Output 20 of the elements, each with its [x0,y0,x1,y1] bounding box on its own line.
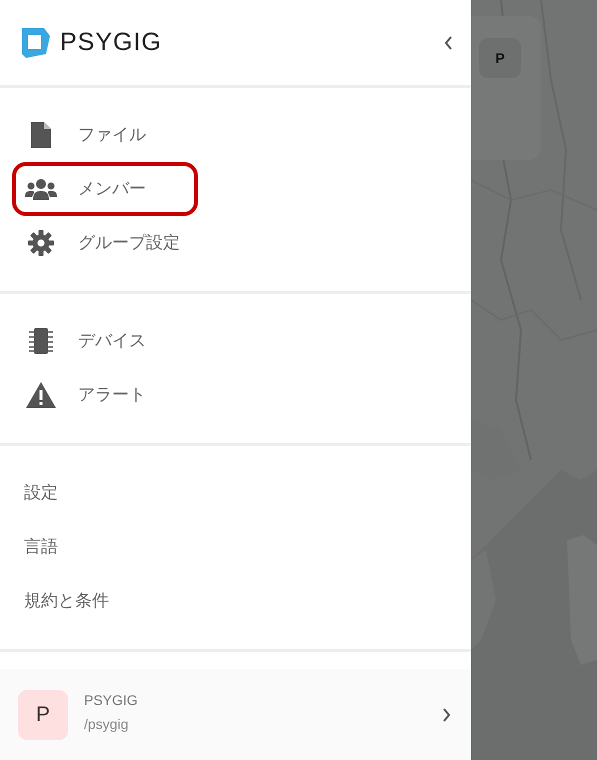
menu-item[interactable]: メンバー [12,162,198,216]
menu-item[interactable]: デバイス [12,314,198,368]
collapse-button[interactable] [444,36,453,50]
avatar: P [18,690,68,740]
menu-item[interactable]: ファイル [12,108,198,162]
menu-item[interactable]: 設定 [12,466,198,520]
account-path: /psygig [84,715,130,734]
users-icon [25,178,57,200]
brand-name: PSYGIG [60,26,162,58]
settings-icon [25,230,57,256]
warning-icon [25,382,57,408]
avatar: P [479,38,521,78]
menu-item[interactable]: 規約と条件 [12,574,198,628]
account-bar[interactable]: P PSYGIG /psygig [0,669,471,760]
account-name: PSYGIG [84,691,138,710]
menu-item[interactable]: 言語 [12,520,198,574]
menu-item[interactable]: グループ設定 [12,216,198,270]
logo-icon [22,28,50,58]
chevron-right-icon [442,708,451,722]
menu-item[interactable]: アラート [12,368,198,422]
